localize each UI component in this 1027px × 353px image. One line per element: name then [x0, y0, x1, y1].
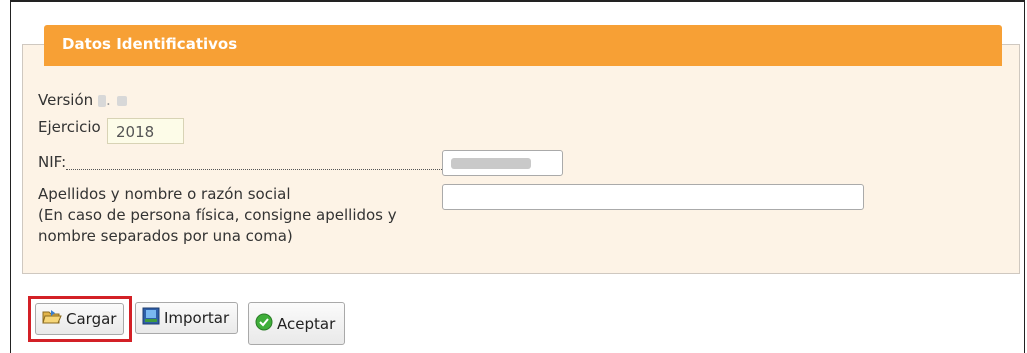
nombre-input[interactable]: [442, 184, 864, 210]
nif-leader-dots: [66, 169, 442, 170]
nombre-label: Apellidos y nombre o razón social (En ca…: [38, 184, 397, 247]
version-label: Versión: [38, 91, 94, 109]
aceptar-button[interactable]: Aceptar: [248, 302, 345, 345]
importar-button[interactable]: Importar: [135, 302, 238, 334]
nombre-label-line1: Apellidos y nombre o razón social: [38, 185, 291, 203]
aceptar-label: Aceptar: [277, 314, 336, 333]
folder-open-icon: [42, 309, 62, 329]
ejercicio-label: Ejercicio: [38, 118, 101, 136]
redacted-text: [98, 94, 106, 107]
nombre-label-line2: (En caso de persona física, consigne ape…: [38, 206, 397, 224]
version-separator: .: [106, 91, 111, 109]
cargar-label: Cargar: [66, 310, 117, 328]
redacted-text: [116, 95, 127, 106]
nombre-label-line3: nombre separados por una coma): [38, 227, 293, 245]
panel-title: Datos Identificativos: [62, 35, 238, 53]
check-circle-icon: [255, 313, 273, 335]
version-value: .: [98, 91, 127, 109]
redacted-nif-value: [451, 158, 531, 169]
nif-label: NIF:: [38, 153, 67, 171]
ejercicio-field: 2018: [107, 118, 184, 144]
nif-input[interactable]: [442, 150, 563, 176]
importar-label: Importar: [164, 309, 230, 327]
cargar-button[interactable]: Cargar: [35, 303, 124, 335]
import-icon: [142, 307, 160, 329]
